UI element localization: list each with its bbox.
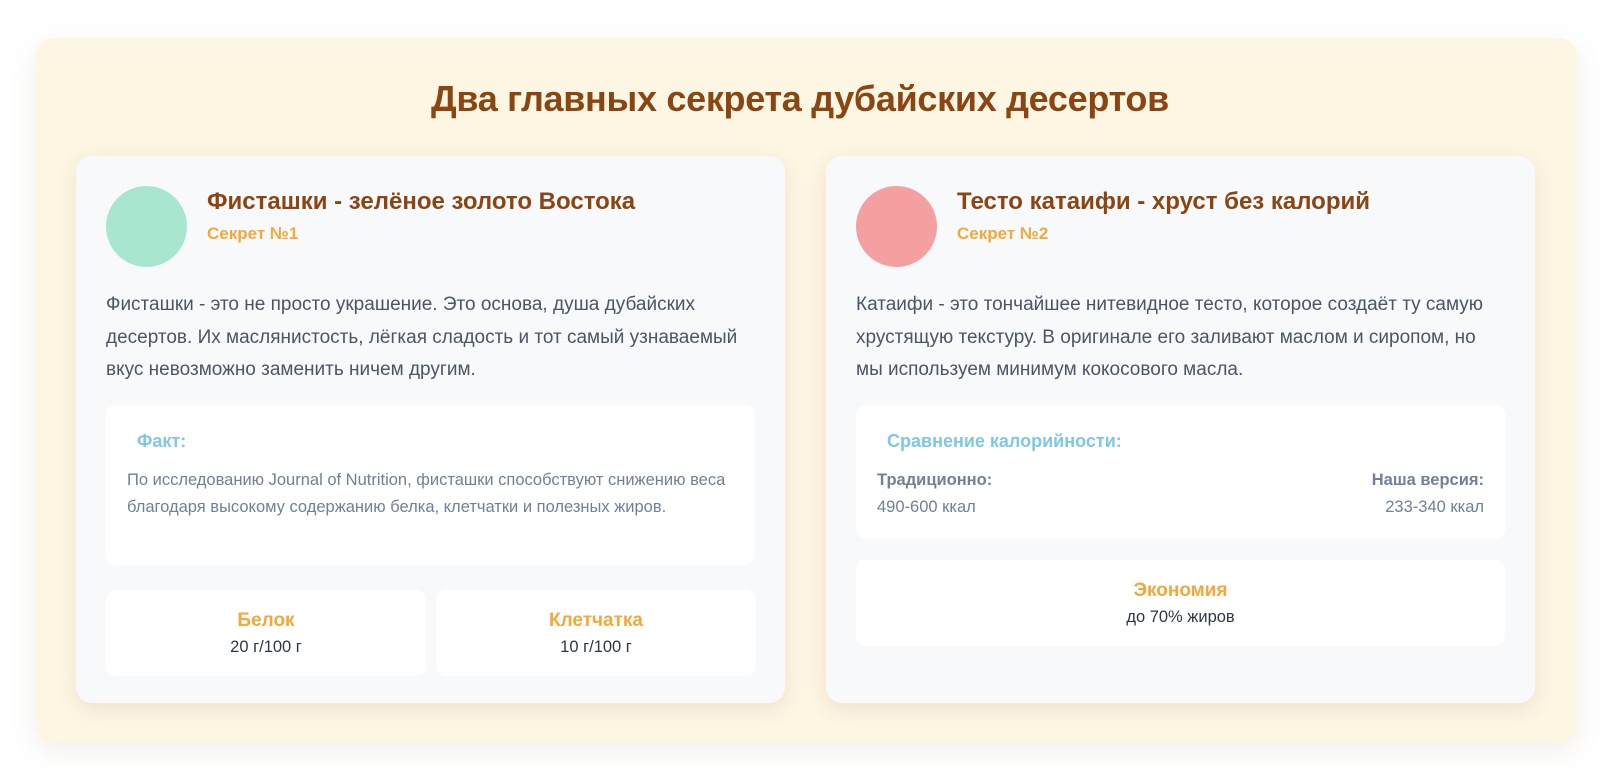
card-description: Фисташки - это не просто украшение. Это …	[106, 294, 738, 380]
traditional-value: 490-600 ккал	[877, 498, 976, 516]
our-version-column: Наша версия: 233-340 ккал	[1372, 467, 1484, 521]
our-version-value: 233-340 ккал	[1385, 498, 1484, 516]
comparison-heading: Сравнение калорийности:	[887, 431, 1122, 451]
stat-value: 10 г/100 г	[560, 638, 632, 656]
card-title: Тесто катаифи - хруст без калорий	[957, 188, 1371, 215]
red-circle-icon	[856, 186, 937, 267]
card-subtitle: Секрет №1	[207, 224, 299, 243]
kataifi-card: Тесто катаифи - хруст без калорий Секрет…	[826, 156, 1535, 703]
stat-value: 20 г/100 г	[230, 638, 302, 656]
fact-box: Факт: По исследованию Journal of Nutriti…	[106, 405, 755, 565]
fact-heading: Факт:	[137, 431, 187, 451]
stat-label: Белок	[237, 610, 295, 631]
traditional-column: Традиционно: 490-600 ккал	[877, 467, 992, 521]
page-title: Два главных секрета дубайских десертов	[431, 78, 1169, 119]
card-title: Фисташки - зелёное золото Востока	[207, 188, 636, 215]
pistachio-card: Фисташки - зелёное золото Востока Секрет…	[76, 156, 785, 703]
economy-label: Экономия	[1133, 580, 1228, 601]
card-subtitle: Секрет №2	[957, 224, 1049, 243]
green-circle-icon	[106, 186, 187, 267]
our-version-label: Наша версия:	[1371, 471, 1484, 489]
stat-box-fiber: Клетчатка 10 г/100 г	[436, 590, 756, 676]
calorie-comparison-box: Сравнение калорийности: Традиционно: 490…	[856, 405, 1505, 539]
economy-value: до 70% жиров	[1126, 608, 1235, 626]
stat-label: Клетчатка	[548, 610, 644, 631]
fact-text: По исследованию Journal of Nutrition, фи…	[127, 471, 726, 516]
traditional-label: Традиционно:	[877, 471, 993, 489]
card-description: Катаифи - это тончайшее нитевидное тесто…	[856, 294, 1483, 380]
stat-box-protein: Белок 20 г/100 г	[106, 590, 426, 676]
economy-box: Экономия до 70% жиров	[856, 560, 1505, 646]
